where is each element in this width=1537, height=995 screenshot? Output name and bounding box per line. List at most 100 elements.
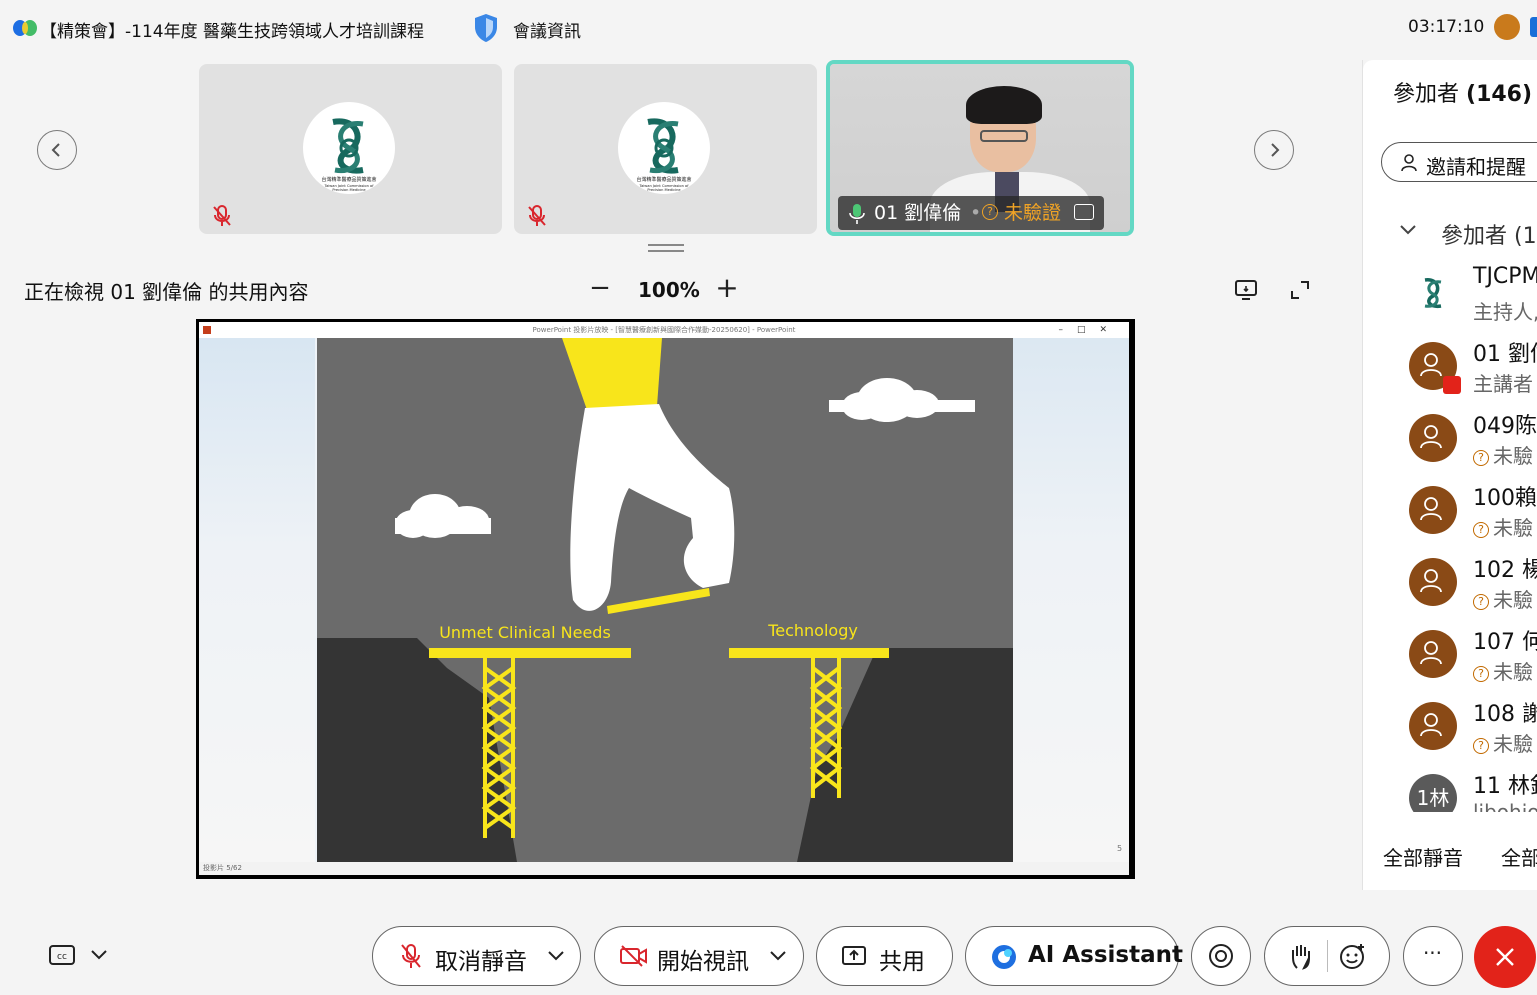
divider xyxy=(1327,940,1328,972)
unmute-all-button[interactable]: 全部 xyxy=(1501,842,1537,871)
webex-logo-icon xyxy=(13,20,37,36)
participant-status: ? 未驗 xyxy=(1473,584,1533,613)
speaker-name-bar: 01 劉偉倫 • ? 未驗證 xyxy=(838,196,1104,230)
unverified-icon: ? xyxy=(1473,594,1489,610)
user-avatar-icon xyxy=(1409,414,1457,462)
initials-avatar: 1林 xyxy=(1409,774,1457,812)
participant-item[interactable]: 049陈 ? 未驗 xyxy=(1363,404,1537,476)
participant-name: 108 謝 xyxy=(1473,702,1537,727)
user-avatar-icon xyxy=(1409,630,1457,678)
unmute-label: 取消靜音 xyxy=(435,949,527,975)
chevron-left-icon xyxy=(51,143,60,157)
participant-item[interactable]: 108 謝 ? 未驗 xyxy=(1363,692,1537,764)
shield-icon[interactable] xyxy=(472,12,500,44)
invite-remind-label: 邀請和提醒 xyxy=(1426,155,1526,179)
muted-mic-icon xyxy=(213,205,231,226)
mute-all-button[interactable]: 全部靜音 xyxy=(1383,842,1463,871)
raise-hand-icon[interactable] xyxy=(1289,942,1315,970)
window-edge-icon xyxy=(1530,17,1537,37)
participant-email: libohio xyxy=(1473,800,1537,812)
unverified-icon: ? xyxy=(982,204,998,220)
sky-background xyxy=(1013,338,1129,862)
label-technology: Technology xyxy=(767,621,858,640)
close-icon xyxy=(1496,948,1514,966)
participant-name: TJCPM xyxy=(1473,264,1537,289)
video-off-icon xyxy=(620,945,647,967)
participant-name: 100賴 xyxy=(1473,486,1537,511)
start-video-label: 開始視訊 xyxy=(657,949,749,975)
reactions-group[interactable] xyxy=(1264,926,1390,986)
start-video-button[interactable]: 開始視訊 xyxy=(594,926,804,986)
powerpoint-status-bar: 投影片 5/62 xyxy=(199,862,1129,875)
unverified-label: 未驗證 xyxy=(1004,202,1062,224)
record-button[interactable] xyxy=(1191,926,1251,986)
shared-content-frame[interactable]: PowerPoint 投影片放映 - [智慧醫療創新與國際合作媒動-202506… xyxy=(196,319,1135,879)
meeting-info-button[interactable]: 會議資訊 xyxy=(513,17,581,42)
active-speaker-tile[interactable]: 01 劉偉倫 • ? 未驗證 xyxy=(826,60,1134,236)
participant-status: ? 未驗 xyxy=(1473,440,1533,469)
viewing-share-label: 正在檢視 01 劉偉倫 的共用內容 xyxy=(24,280,309,304)
ai-assistant-button[interactable]: AI Assistant xyxy=(965,926,1183,986)
zoom-out-button[interactable]: − xyxy=(588,273,612,303)
participant-tile[interactable]: 台灣精準醫療品質策進會 Taiwan Joint Commission of P… xyxy=(514,64,817,234)
participant-status: ? 未驗 xyxy=(1473,728,1533,757)
participant-item[interactable]: TJCPM 主持人, xyxy=(1363,260,1537,332)
participant-item[interactable]: 107 何 ? 未驗 xyxy=(1363,620,1537,692)
ai-assistant-label: AI Assistant xyxy=(1028,942,1184,968)
more-options-label: ··· xyxy=(1422,941,1443,965)
more-options-button[interactable]: ··· xyxy=(1403,926,1463,986)
remote-control-icon[interactable] xyxy=(1234,279,1258,301)
leave-meeting-button[interactable] xyxy=(1474,926,1536,988)
slide-number: 5 xyxy=(1117,844,1123,853)
participant-item[interactable]: 1林 11 林釒 libohio xyxy=(1363,764,1537,812)
share-screen-icon xyxy=(842,946,866,965)
left-platform xyxy=(429,648,631,658)
share-button[interactable]: 共用 xyxy=(816,926,953,986)
participant-item[interactable]: 102 楊 ? 未驗 xyxy=(1363,548,1537,620)
muted-mic-icon xyxy=(528,205,546,226)
add-person-icon xyxy=(1401,154,1417,172)
unmute-button[interactable]: 取消靜音 xyxy=(372,926,581,986)
user-avatar-icon xyxy=(1409,702,1457,750)
meeting-timer: 03:17:10 xyxy=(1408,17,1485,37)
chevron-down-icon[interactable] xyxy=(1399,224,1417,236)
powerpoint-titlebar: PowerPoint 投影片放映 - [智慧醫療創新與國際合作媒動-202506… xyxy=(199,322,1129,338)
slide-counter: 投影片 5/62 xyxy=(203,864,242,872)
resize-handle[interactable] xyxy=(648,244,684,254)
participant-role: 主持人, xyxy=(1473,300,1537,324)
participant-role: 主講者 xyxy=(1473,372,1533,396)
participant-item[interactable]: 01 劉偉 主講者 xyxy=(1363,332,1537,404)
participant-item[interactable]: 100賴 ? 未驗 xyxy=(1363,476,1537,548)
powerpoint-icon xyxy=(203,326,211,334)
emoji-reaction-icon[interactable] xyxy=(1339,942,1367,970)
speaker-hair xyxy=(966,86,1042,124)
previous-page-button[interactable] xyxy=(37,130,77,170)
right-platform xyxy=(729,648,889,658)
sharing-icon xyxy=(1074,204,1094,220)
participant-tile[interactable]: 台灣精準醫療品質策進會 Taiwan Joint Commission of P… xyxy=(199,64,502,234)
participant-status: ? 未驗 xyxy=(1473,656,1533,685)
participants-list[interactable]: TJCPM 主持人, 01 劉偉 主講者 049陈 ?未驗 100賴 ?未驗 xyxy=(1363,260,1537,812)
participants-section-label[interactable]: 參加者 (1 xyxy=(1441,218,1537,250)
svg-text:台灣精準醫療品質策進會: 台灣精準醫療品質策進會 xyxy=(321,176,376,183)
bridge-illustration: Unmet Clinical Needs Technology xyxy=(317,338,1013,862)
svg-text:台灣精準醫療品質策進會: 台灣精準醫療品質策進會 xyxy=(636,176,691,183)
closed-captions-icon[interactable]: cc xyxy=(48,944,76,968)
participants-panel: 參加者 (146) 邀請和提醒 參加者 (1 TJCPM 主持人, 01 劉 主… xyxy=(1363,60,1537,890)
sharing-badge-icon xyxy=(1443,376,1461,394)
speaker-glasses xyxy=(980,130,1028,142)
chevron-right-icon xyxy=(1271,143,1280,157)
svg-text:cc: cc xyxy=(57,952,67,962)
network-status-icon[interactable] xyxy=(1494,14,1520,40)
chevron-down-icon[interactable] xyxy=(769,949,787,963)
powerpoint-window: PowerPoint 投影片放映 - [智慧醫療創新與國際合作媒動-202506… xyxy=(199,322,1129,875)
share-label: 共用 xyxy=(879,949,925,975)
chevron-down-icon[interactable] xyxy=(90,948,108,962)
speaker-name: 01 劉偉倫 xyxy=(874,202,962,224)
zoom-in-button[interactable]: + xyxy=(714,273,740,303)
unverified-icon: ? xyxy=(1473,450,1489,466)
fullscreen-icon[interactable] xyxy=(1289,279,1311,301)
invite-remind-button[interactable]: 邀請和提醒 xyxy=(1381,142,1537,182)
chevron-down-icon[interactable] xyxy=(547,949,565,963)
next-page-button[interactable] xyxy=(1254,130,1294,170)
